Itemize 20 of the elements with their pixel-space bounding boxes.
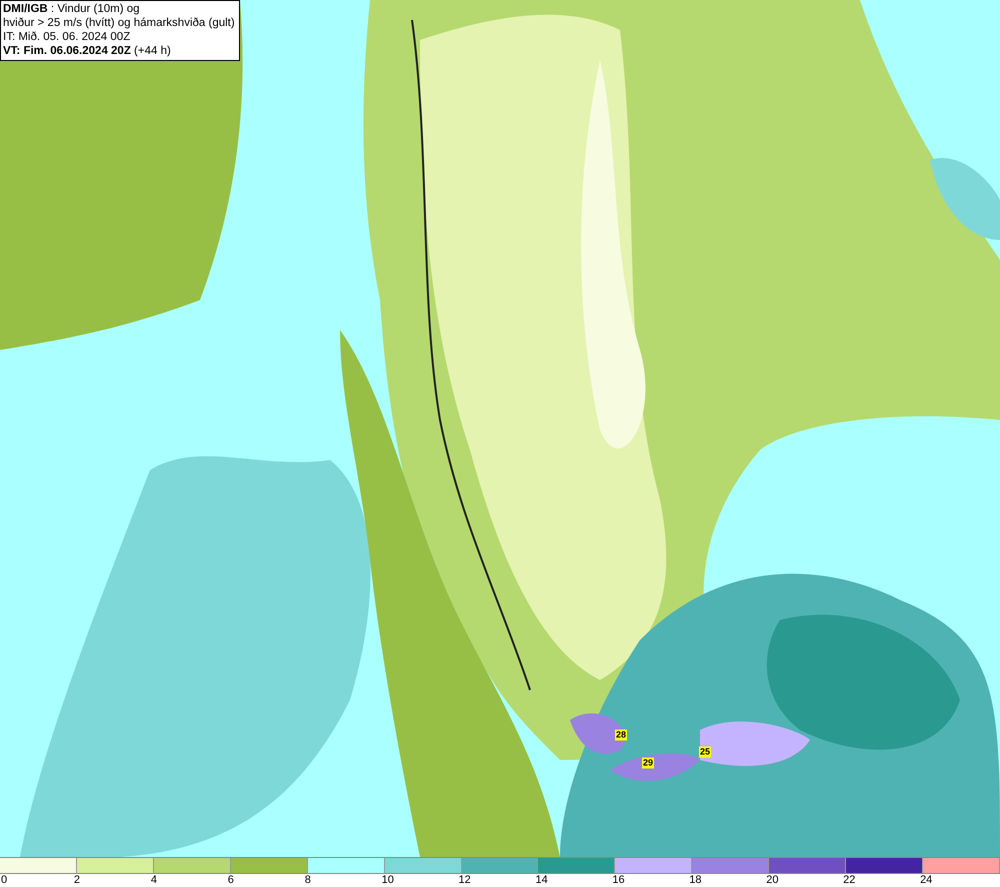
gust-label: 29 [642, 758, 654, 768]
legend-tick-label: 16 [612, 874, 625, 887]
legend-tick-label: 4 [150, 874, 157, 887]
legend-tick-label: 0 [1, 874, 8, 887]
legend-tick-label: 10 [382, 874, 394, 887]
title-line: IT: Mið. 05. 06. 2024 00Z [3, 30, 132, 44]
legend-tick-label: 20 [766, 874, 778, 887]
legend-tick-label: 6 [228, 874, 234, 887]
legend-tick-label: 22 [843, 874, 856, 887]
title-line: hviður > 25 m/s (hvítt) og hámarkshviða (gult) [3, 16, 235, 30]
legend-tick-label: 14 [535, 874, 548, 887]
gust-label: 25 [699, 746, 711, 758]
legend-tick-label: 24 [920, 874, 932, 887]
legend-tick-label: 18 [689, 874, 702, 887]
title-line: DMI/IGB : Vindur (10m) og [3, 2, 141, 16]
legend-tick-label: 2 [74, 874, 80, 887]
gust-label: 28 [615, 730, 627, 740]
legend-tick-label: 8 [304, 874, 311, 887]
legend-tick-label: 12 [458, 874, 471, 887]
title-line: VT: Fim. 06.06.2024 20Z (+44 h) [3, 44, 172, 58]
